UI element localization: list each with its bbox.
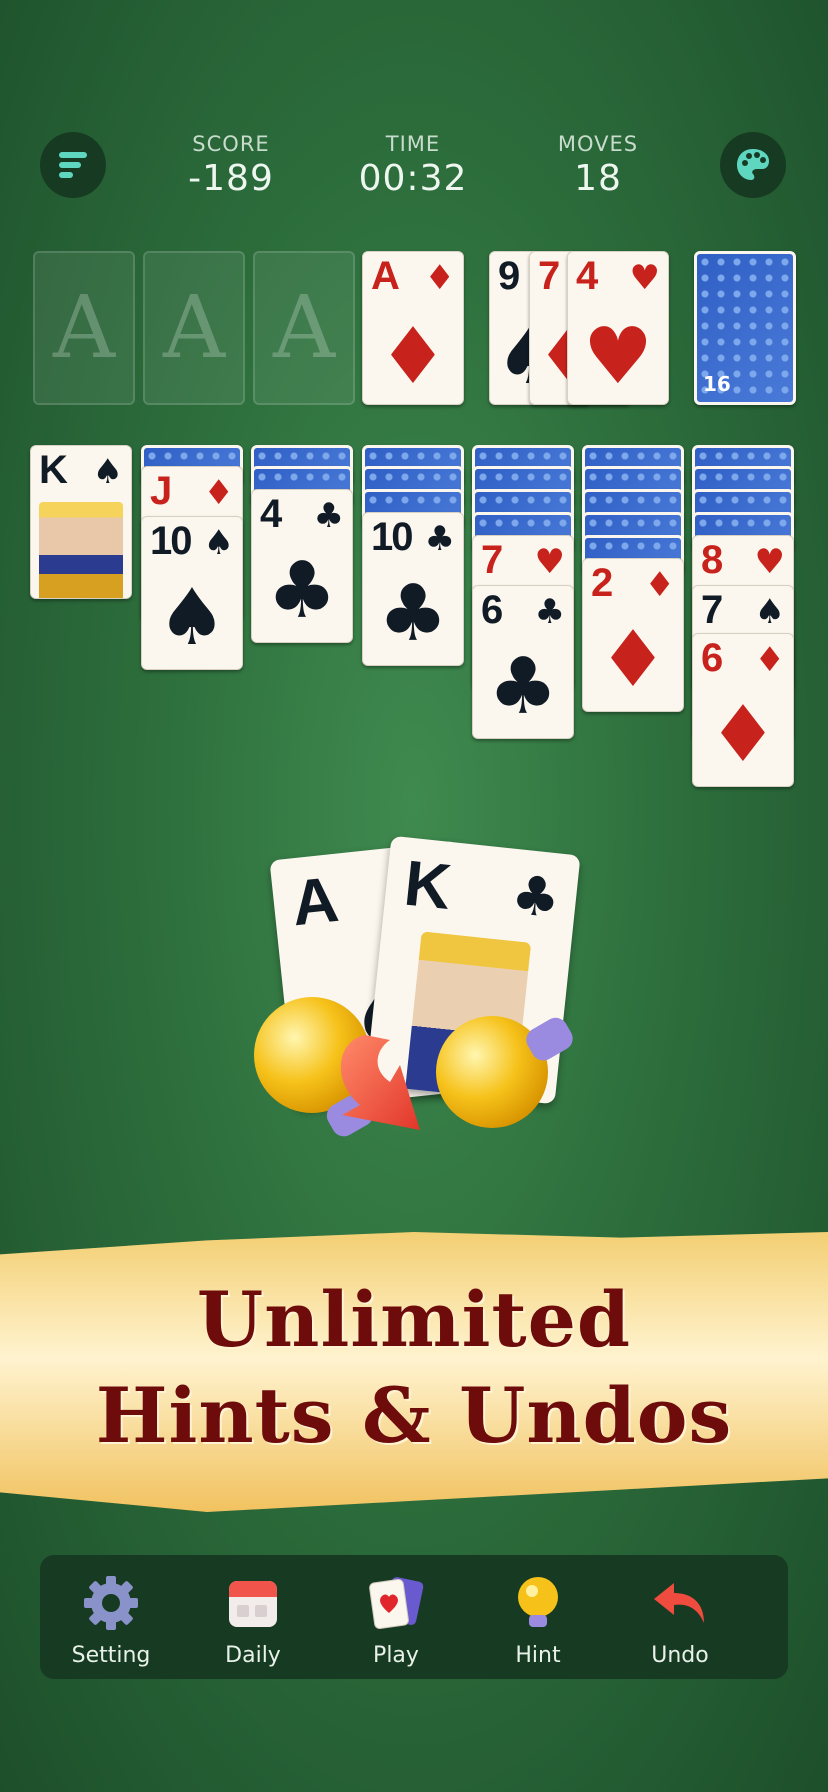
palette-icon [737, 149, 769, 180]
tableau-card[interactable]: 6 ♣ ♣ [472, 585, 574, 739]
foundation-card-ace-diamonds[interactable]: A ♦ ♦ [362, 251, 464, 405]
waste-top-card[interactable]: 4 ♥ ♥ [567, 251, 669, 405]
card-rank: 6 [481, 588, 503, 632]
hint-label: Hint [515, 1643, 561, 1668]
card-rank: 4 [260, 492, 282, 536]
lightbulb-icon [518, 1577, 558, 1627]
menu-button[interactable] [40, 132, 106, 198]
card-rank: A [288, 862, 342, 940]
play-label: Play [373, 1643, 419, 1668]
card-rank: 10 [371, 515, 413, 559]
bottom-toolbar: Setting Daily Play Hint Undo [40, 1555, 788, 1679]
moves-display: MOVES 18 [513, 132, 683, 199]
spade-icon: ♠ [157, 573, 227, 663]
spade-icon: ♠ [92, 452, 123, 492]
foundation-slot-3[interactable]: A [253, 251, 355, 405]
tableau-card[interactable]: K ♠ [30, 445, 132, 599]
banner-line-1: Unlimited [196, 1275, 632, 1364]
card-rank: 8 [701, 538, 723, 582]
score-display: SCORE -189 [146, 132, 316, 199]
calendar-icon [229, 1581, 277, 1627]
card-rank: J [150, 469, 172, 513]
tableau-card[interactable]: 4 ♣ ♣ [251, 489, 353, 643]
king-face-illustration [39, 502, 123, 598]
banner-line-2: Hints & Undos [95, 1371, 733, 1460]
score-label: SCORE [192, 132, 270, 156]
card-rank: K [39, 448, 68, 492]
foundation-placeholder: A [162, 278, 226, 378]
club-icon: ♣ [267, 546, 337, 636]
card-rank: A [371, 254, 400, 298]
club-icon: ♣ [378, 569, 448, 659]
promo-illustration: A ♠ K ♣ [0, 830, 828, 1170]
foundation-slot-2[interactable]: A [143, 251, 245, 405]
heart-icon: ♥ [629, 258, 660, 298]
card-rank: 7 [538, 254, 560, 298]
daily-button[interactable]: Daily [193, 1555, 313, 1679]
play-button[interactable]: Play [336, 1555, 456, 1679]
time-value: 00:32 [358, 158, 468, 199]
diamond-icon: ♦ [424, 258, 455, 298]
card-rank: 9 [498, 254, 520, 298]
menu-icon [59, 152, 87, 178]
theme-button[interactable] [720, 132, 786, 198]
card-rank: 7 [481, 538, 503, 582]
setting-button[interactable]: Setting [51, 1555, 171, 1679]
undo-button[interactable]: Undo [620, 1555, 740, 1679]
foundation-placeholder: A [272, 278, 336, 378]
tableau-card[interactable]: 2 ♦ ♦ [582, 558, 684, 712]
diamond-icon: ♦ [203, 473, 234, 513]
cards-icon [369, 1577, 424, 1629]
heart-icon: ♥ [754, 542, 785, 582]
hint-button[interactable]: Hint [478, 1555, 598, 1679]
club-icon: ♣ [508, 862, 564, 931]
tableau-card[interactable]: 6 ♦ ♦ [692, 633, 794, 787]
setting-label: Setting [71, 1643, 151, 1668]
score-value: -189 [188, 158, 274, 199]
time-label: TIME [385, 132, 441, 156]
undo-label: Undo [651, 1643, 709, 1668]
diamond-icon: ♦ [708, 690, 778, 780]
card-rank: 7 [701, 588, 723, 632]
daily-label: Daily [225, 1643, 281, 1668]
spade-icon: ♠ [203, 523, 234, 563]
club-icon: ♣ [313, 496, 344, 536]
foundation-placeholder: A [52, 278, 116, 378]
moves-label: MOVES [557, 132, 639, 156]
heart-icon: ♥ [534, 542, 565, 582]
card-rank: K [401, 846, 455, 924]
stock-pile[interactable]: 16 [694, 251, 796, 405]
hint-undo-illustration [254, 997, 573, 1137]
club-icon: ♣ [534, 592, 565, 632]
card-rank: 2 [591, 561, 613, 605]
diamond-icon: ♦ [754, 640, 785, 680]
stock-count: 16 [703, 372, 731, 396]
club-icon: ♣ [424, 519, 455, 559]
diamond-icon: ♦ [644, 565, 675, 605]
diamond-icon: ♦ [378, 312, 448, 402]
moves-value: 18 [574, 158, 622, 199]
card-rank: 4 [576, 254, 598, 298]
spade-icon: ♠ [754, 592, 785, 632]
diamond-icon: ♦ [598, 615, 668, 705]
time-display: TIME 00:32 [328, 132, 498, 199]
heart-icon: ♥ [583, 312, 653, 402]
undo-arrow-icon [654, 1583, 704, 1623]
card-rank: 10 [150, 519, 192, 563]
tableau-card[interactable]: 10 ♣ ♣ [362, 512, 464, 666]
foundation-slot-1[interactable]: A [33, 251, 135, 405]
gear-icon [84, 1576, 138, 1630]
tableau-card[interactable]: 10 ♠ ♠ [141, 516, 243, 670]
club-icon: ♣ [488, 642, 558, 732]
card-rank: 6 [701, 636, 723, 680]
